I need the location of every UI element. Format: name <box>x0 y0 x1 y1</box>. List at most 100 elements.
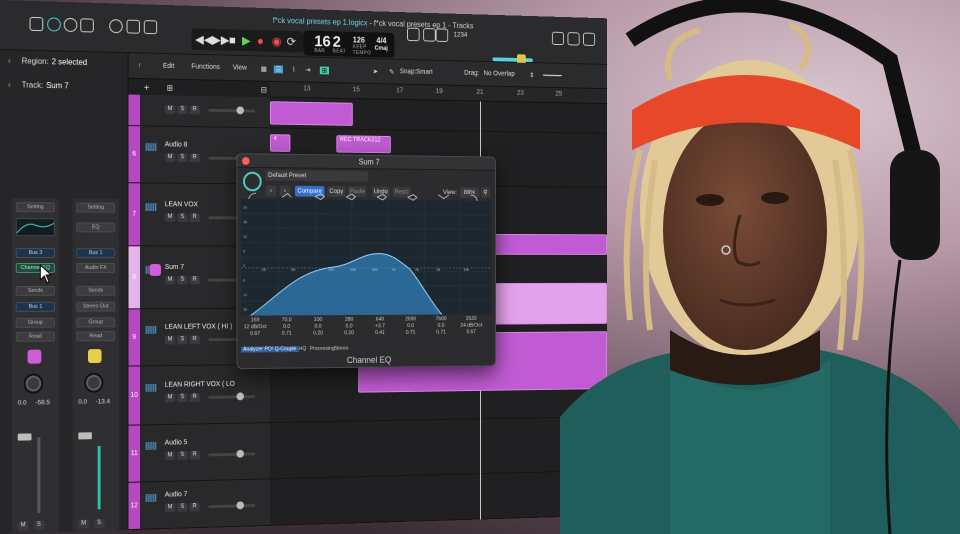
list-icon[interactable]: ☰ <box>273 65 284 74</box>
library-icon[interactable] <box>29 16 44 32</box>
hq-button[interactable]: HQ <box>299 346 307 352</box>
mute-button[interactable]: M <box>164 275 176 285</box>
waveform-zoom-icon[interactable]: ⇕ <box>529 71 534 79</box>
automation-mode[interactable]: Read <box>15 331 55 342</box>
solo-button[interactable]: S <box>33 520 45 531</box>
solo-button[interactable]: S <box>177 275 188 285</box>
global-tracks-icon[interactable]: ⊞ <box>167 84 173 93</box>
band-q[interactable]: 0.71 <box>428 330 455 337</box>
smart-controls-icon[interactable] <box>109 19 123 34</box>
pencil-tool-icon[interactable]: ✎ <box>389 68 394 76</box>
record-enable-button[interactable]: R <box>189 502 200 512</box>
band-q[interactable]: 0.41 <box>366 330 393 337</box>
pencil-icon[interactable] <box>423 28 436 42</box>
inspector-icon[interactable] <box>47 17 61 32</box>
count-in[interactable]: 1234 <box>454 32 468 39</box>
volume-fader[interactable] <box>78 432 92 440</box>
drag-value[interactable]: No Overlap <box>484 70 515 77</box>
eq-band-2[interactable]: 70.0 0.0 0.71 <box>273 317 301 338</box>
track-volume-slider[interactable] <box>208 501 256 510</box>
stop-icon[interactable]: ■ <box>229 33 236 47</box>
preset-dropdown[interactable]: Default Preset <box>265 170 369 182</box>
track-volume-slider[interactable] <box>208 106 256 115</box>
back-icon[interactable]: ↑ <box>138 62 141 69</box>
mute-button[interactable]: M <box>17 521 29 531</box>
solo-button[interactable]: S <box>177 502 188 512</box>
track-volume-slider[interactable] <box>208 449 256 458</box>
track-name[interactable]: Sum 7 <box>165 264 184 271</box>
band-q[interactable]: 0.67 <box>241 331 269 338</box>
record-enable-button[interactable]: R <box>189 105 200 115</box>
eq-band-1[interactable]: 169 12 dB/Oct 0.67 <box>241 317 269 338</box>
mute-button[interactable]: M <box>164 393 176 403</box>
slider-knob[interactable] <box>236 106 244 115</box>
slider-knob[interactable] <box>236 449 244 458</box>
forward-icon[interactable]: ▶▶ <box>212 33 229 47</box>
track-header-icon[interactable]: ⊟ <box>261 86 267 95</box>
solo-button[interactable]: S <box>177 451 188 461</box>
eq-band-7[interactable]: 7600 0.0 0.71 <box>428 316 455 336</box>
mute-button[interactable]: M <box>164 153 176 163</box>
eq-band-4[interactable]: 280 0.0 0.20 <box>335 317 362 337</box>
track-inspector-row[interactable]: Track: Sum 7 <box>22 80 69 90</box>
track-header[interactable]: 11 Audio 5 MSR <box>128 423 271 483</box>
solo-button[interactable]: S <box>93 518 105 529</box>
audio-fx-slot[interactable]: Audio FX <box>76 263 116 273</box>
mute-button[interactable]: M <box>164 213 176 222</box>
record-enable-button[interactable]: R <box>189 153 200 163</box>
track-name[interactable]: LEAN LEFT VOX ( HI ) <box>165 323 232 330</box>
snap-value[interactable]: Smart <box>416 69 433 76</box>
grid-icon[interactable]: ▦ <box>261 65 267 73</box>
input-slot[interactable]: Bus 3 <box>15 248 55 259</box>
eq-graph[interactable]: 20 50 100 200 500 1k 2k 5k 10k 24 18 12 6 0 6 12 18 <box>241 199 491 316</box>
track-name[interactable]: LEAN RIGHT VOX ( LO <box>165 381 235 389</box>
record-enable-button[interactable]: R <box>189 450 200 460</box>
band-q[interactable]: 0.71 <box>273 331 301 338</box>
mute-button[interactable]: M <box>78 519 89 529</box>
output-slot[interactable]: Bus 1 <box>15 301 55 312</box>
automation-mode[interactable]: Read <box>76 331 116 342</box>
track-name[interactable]: Audio 7 <box>165 491 188 498</box>
editors-icon[interactable] <box>143 20 158 35</box>
catch-icon[interactable]: ⇥ <box>305 66 310 74</box>
cycle-icon[interactable]: ⟳ <box>287 35 296 49</box>
eq-band-3[interactable]: 100 0.0 0.20 <box>304 317 332 337</box>
band-q[interactable]: 0.20 <box>335 330 362 337</box>
power-icon[interactable] <box>243 171 262 192</box>
help-icon[interactable] <box>63 17 78 33</box>
record-enable-button[interactable]: R <box>189 275 200 285</box>
audio-region[interactable]: REC TRACK#12 <box>336 135 391 154</box>
lcd-display[interactable]: 16 2 BAR BEAT 126 KEEP TEMPO 4/4 Cmaj <box>303 30 395 58</box>
tuner-icon[interactable] <box>407 27 420 42</box>
record-enable-button[interactable]: R <box>189 335 200 345</box>
mixer-icon[interactable] <box>126 19 140 34</box>
record-icon[interactable]: ● <box>257 34 264 48</box>
audio-region[interactable] <box>270 101 353 126</box>
add-track-icon[interactable]: + <box>144 83 150 94</box>
eq-band-5[interactable]: 640 +3.7 0.41 <box>366 317 393 337</box>
solo-button[interactable]: S <box>177 393 188 403</box>
output-slot[interactable]: Stereo Out <box>76 301 116 312</box>
plugin-titlebar[interactable]: Sum 7 <box>237 154 496 171</box>
mute-button[interactable]: M <box>164 335 176 345</box>
track-name[interactable]: Audio 8 <box>165 141 188 148</box>
metronome-icon[interactable] <box>435 28 449 43</box>
setting-button[interactable]: Setting <box>15 202 55 213</box>
edit-menu[interactable]: Edit <box>163 63 174 70</box>
eq-thumbnail[interactable] <box>16 218 55 237</box>
mute-button[interactable]: M <box>164 105 176 115</box>
record-enable-button[interactable]: R <box>189 393 200 403</box>
audio-region[interactable]: 4 <box>270 134 291 152</box>
track-volume-slider[interactable] <box>208 392 256 401</box>
track-header[interactable]: 12 Audio 7 MSR <box>128 479 271 531</box>
region-inspector-row[interactable]: Region: 2 selected <box>22 57 87 67</box>
slider-knob[interactable] <box>236 501 244 510</box>
volume-fader[interactable] <box>17 433 32 441</box>
mute-button[interactable]: M <box>164 503 176 513</box>
sends-slot[interactable]: Sends <box>76 285 116 296</box>
band-q[interactable]: 0.71 <box>397 330 424 337</box>
track-name[interactable]: Audio 5 <box>165 439 188 446</box>
rewind-icon[interactable]: ◀◀ <box>195 32 212 46</box>
solo-button[interactable]: S <box>177 213 188 222</box>
functions-menu[interactable]: Functions <box>191 64 220 71</box>
